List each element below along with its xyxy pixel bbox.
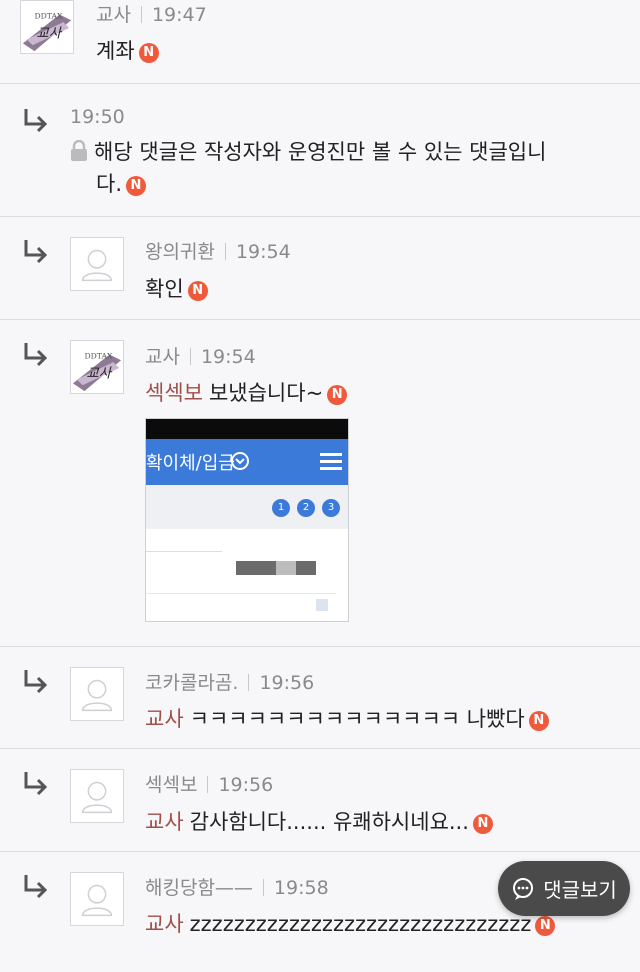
- meta-divider: [262, 879, 264, 896]
- author-name[interactable]: 섹섹보: [145, 774, 197, 796]
- lock-icon: [70, 138, 88, 161]
- reply-arrow-icon: [20, 872, 50, 902]
- comment-text-row: 교사 zzzzzzzzzzzzzzzzzzzzzzzzzzzzzzz N: [145, 907, 556, 941]
- comment-text: 보냈습니다~: [208, 381, 324, 405]
- page-circle: 3: [322, 499, 340, 517]
- menu-icon: [320, 453, 342, 470]
- comment-text-row: 해당 댓글은 작성자와 운영진만 볼 수 있는 댓글입니: [70, 135, 546, 169]
- author-name[interactable]: 해킹당함——: [145, 877, 253, 899]
- new-badge: N: [472, 814, 493, 834]
- comment-time: 19:56: [259, 672, 315, 694]
- user-silhouette-icon: [81, 884, 113, 917]
- user-silhouette-icon: [81, 781, 113, 814]
- teacher-avatar-image: DDTAX 교사: [71, 341, 123, 393]
- chevron-down-icon: [231, 452, 249, 470]
- svg-text:교사: 교사: [86, 366, 112, 382]
- comment-time: 19:54: [200, 346, 256, 368]
- reply-arrow-icon: [20, 340, 50, 370]
- comment-item: 섹섹보 19:56 교사 감사함니다...... 유쾌하시네요... N: [0, 749, 640, 852]
- comment-item: 코카콜라곰. 19:56 교사 ㅋㅋㅋㅋㅋㅋㅋㅋㅋㅋㅋㅋㅋㅋ 나빴다 N: [0, 647, 640, 749]
- page-circle: 1: [272, 499, 290, 517]
- user-silhouette-icon: [81, 249, 113, 282]
- author-avatar[interactable]: DDTAX 교사: [70, 340, 124, 394]
- meta-divider: [189, 348, 191, 365]
- attached-image[interactable]: 확이체/입금 1 2 3: [145, 418, 349, 622]
- author-avatar[interactable]: DDTAX 교사: [20, 0, 74, 54]
- page-circle: 2: [297, 499, 315, 517]
- view-comments-label: 댓글보기: [543, 878, 617, 902]
- comment-time: 19:50: [70, 106, 125, 128]
- comment-time: 19:54: [235, 241, 291, 263]
- new-badge: N: [138, 43, 159, 63]
- mention-link[interactable]: 섹섹보: [145, 381, 203, 405]
- comment-item: DDTAX 교사 교사 19:47 계좌 N: [0, 0, 640, 84]
- comment-text: 확인: [145, 277, 184, 301]
- comment-text-row-2: 다. N: [96, 167, 146, 201]
- comment-text: zzzzzzzzzzzzzzzzzzzzzzzzzzzzzzz: [189, 912, 532, 936]
- default-avatar[interactable]: [70, 667, 124, 721]
- meta-divider: [140, 6, 142, 23]
- author-name[interactable]: 코카콜라곰.: [145, 672, 238, 694]
- new-badge: N: [327, 385, 348, 405]
- default-avatar[interactable]: [70, 872, 124, 926]
- svg-text:DDTAX: DDTAX: [84, 351, 113, 360]
- author-name[interactable]: 교사: [96, 4, 131, 26]
- comment-time: 19:56: [218, 774, 274, 796]
- blurred-text: [276, 561, 296, 575]
- reply-arrow-icon: [20, 237, 50, 267]
- image-header-text: 확이체/입금: [146, 453, 235, 474]
- reply-arrow-icon: [20, 769, 50, 799]
- default-avatar[interactable]: [70, 769, 124, 823]
- comment-text-row: 교사 ㅋㅋㅋㅋㅋㅋㅋㅋㅋㅋㅋㅋㅋㅋ 나빴다 N: [145, 702, 549, 736]
- meta-divider: [224, 243, 226, 260]
- meta-divider: [207, 776, 209, 793]
- new-badge: N: [126, 176, 146, 196]
- svg-text:DDTAX: DDTAX: [34, 11, 63, 20]
- teacher-avatar-image: DDTAX 교사: [21, 1, 73, 53]
- comment-text-row: 섹섹보 보냈습니다~ N: [145, 376, 348, 410]
- comment-time: 19:47: [151, 4, 207, 26]
- comment-item: 왕의귀환 19:54 확인 N: [0, 217, 640, 320]
- comment-time: 19:58: [273, 877, 329, 899]
- comment-text-row: 교사 감사함니다...... 유쾌하시네요... N: [145, 805, 493, 839]
- image-divider: [146, 551, 222, 552]
- mention-link[interactable]: 교사: [145, 912, 184, 936]
- svg-text:교사: 교사: [36, 26, 62, 42]
- blurred-text: [296, 561, 316, 575]
- comment-text: ㅋㅋㅋㅋㅋㅋㅋㅋㅋㅋㅋㅋㅋㅋ 나빴다: [189, 707, 525, 731]
- default-avatar[interactable]: [70, 237, 124, 291]
- comment-item: 19:50 해당 댓글은 작성자와 운영진만 볼 수 있는 댓글입니 다. N: [0, 84, 640, 217]
- comment-text: 감사함니다...... 유쾌하시네요...: [189, 810, 469, 834]
- author-name[interactable]: 교사: [145, 346, 180, 368]
- blurred-text: [236, 561, 276, 575]
- comment-text-row: 계좌 N: [96, 34, 159, 68]
- comment-text: 해당 댓글은 작성자와 운영진만 볼 수 있는 댓글입니: [94, 140, 547, 164]
- meta-divider: [248, 674, 250, 691]
- mention-link[interactable]: 교사: [145, 707, 184, 731]
- comment-text-continued: 다.: [96, 172, 122, 196]
- image-divider: [146, 593, 336, 594]
- comment-text: 계좌: [96, 39, 135, 63]
- image-square: [316, 599, 328, 611]
- new-badge: N: [535, 916, 556, 936]
- reply-arrow-icon: [20, 667, 50, 697]
- image-gray-band: [146, 485, 348, 529]
- mention-link[interactable]: 교사: [145, 810, 184, 834]
- user-silhouette-icon: [81, 679, 113, 712]
- new-badge: N: [187, 281, 208, 301]
- view-comments-button[interactable]: 댓글보기: [498, 861, 630, 916]
- author-name[interactable]: 왕의귀환: [145, 241, 215, 263]
- chat-bubble-icon: [513, 877, 534, 900]
- new-badge: N: [528, 711, 549, 731]
- image-status-bar: [146, 419, 348, 439]
- reply-arrow-icon: [20, 106, 50, 136]
- comment-text-row: 확인 N: [145, 272, 208, 306]
